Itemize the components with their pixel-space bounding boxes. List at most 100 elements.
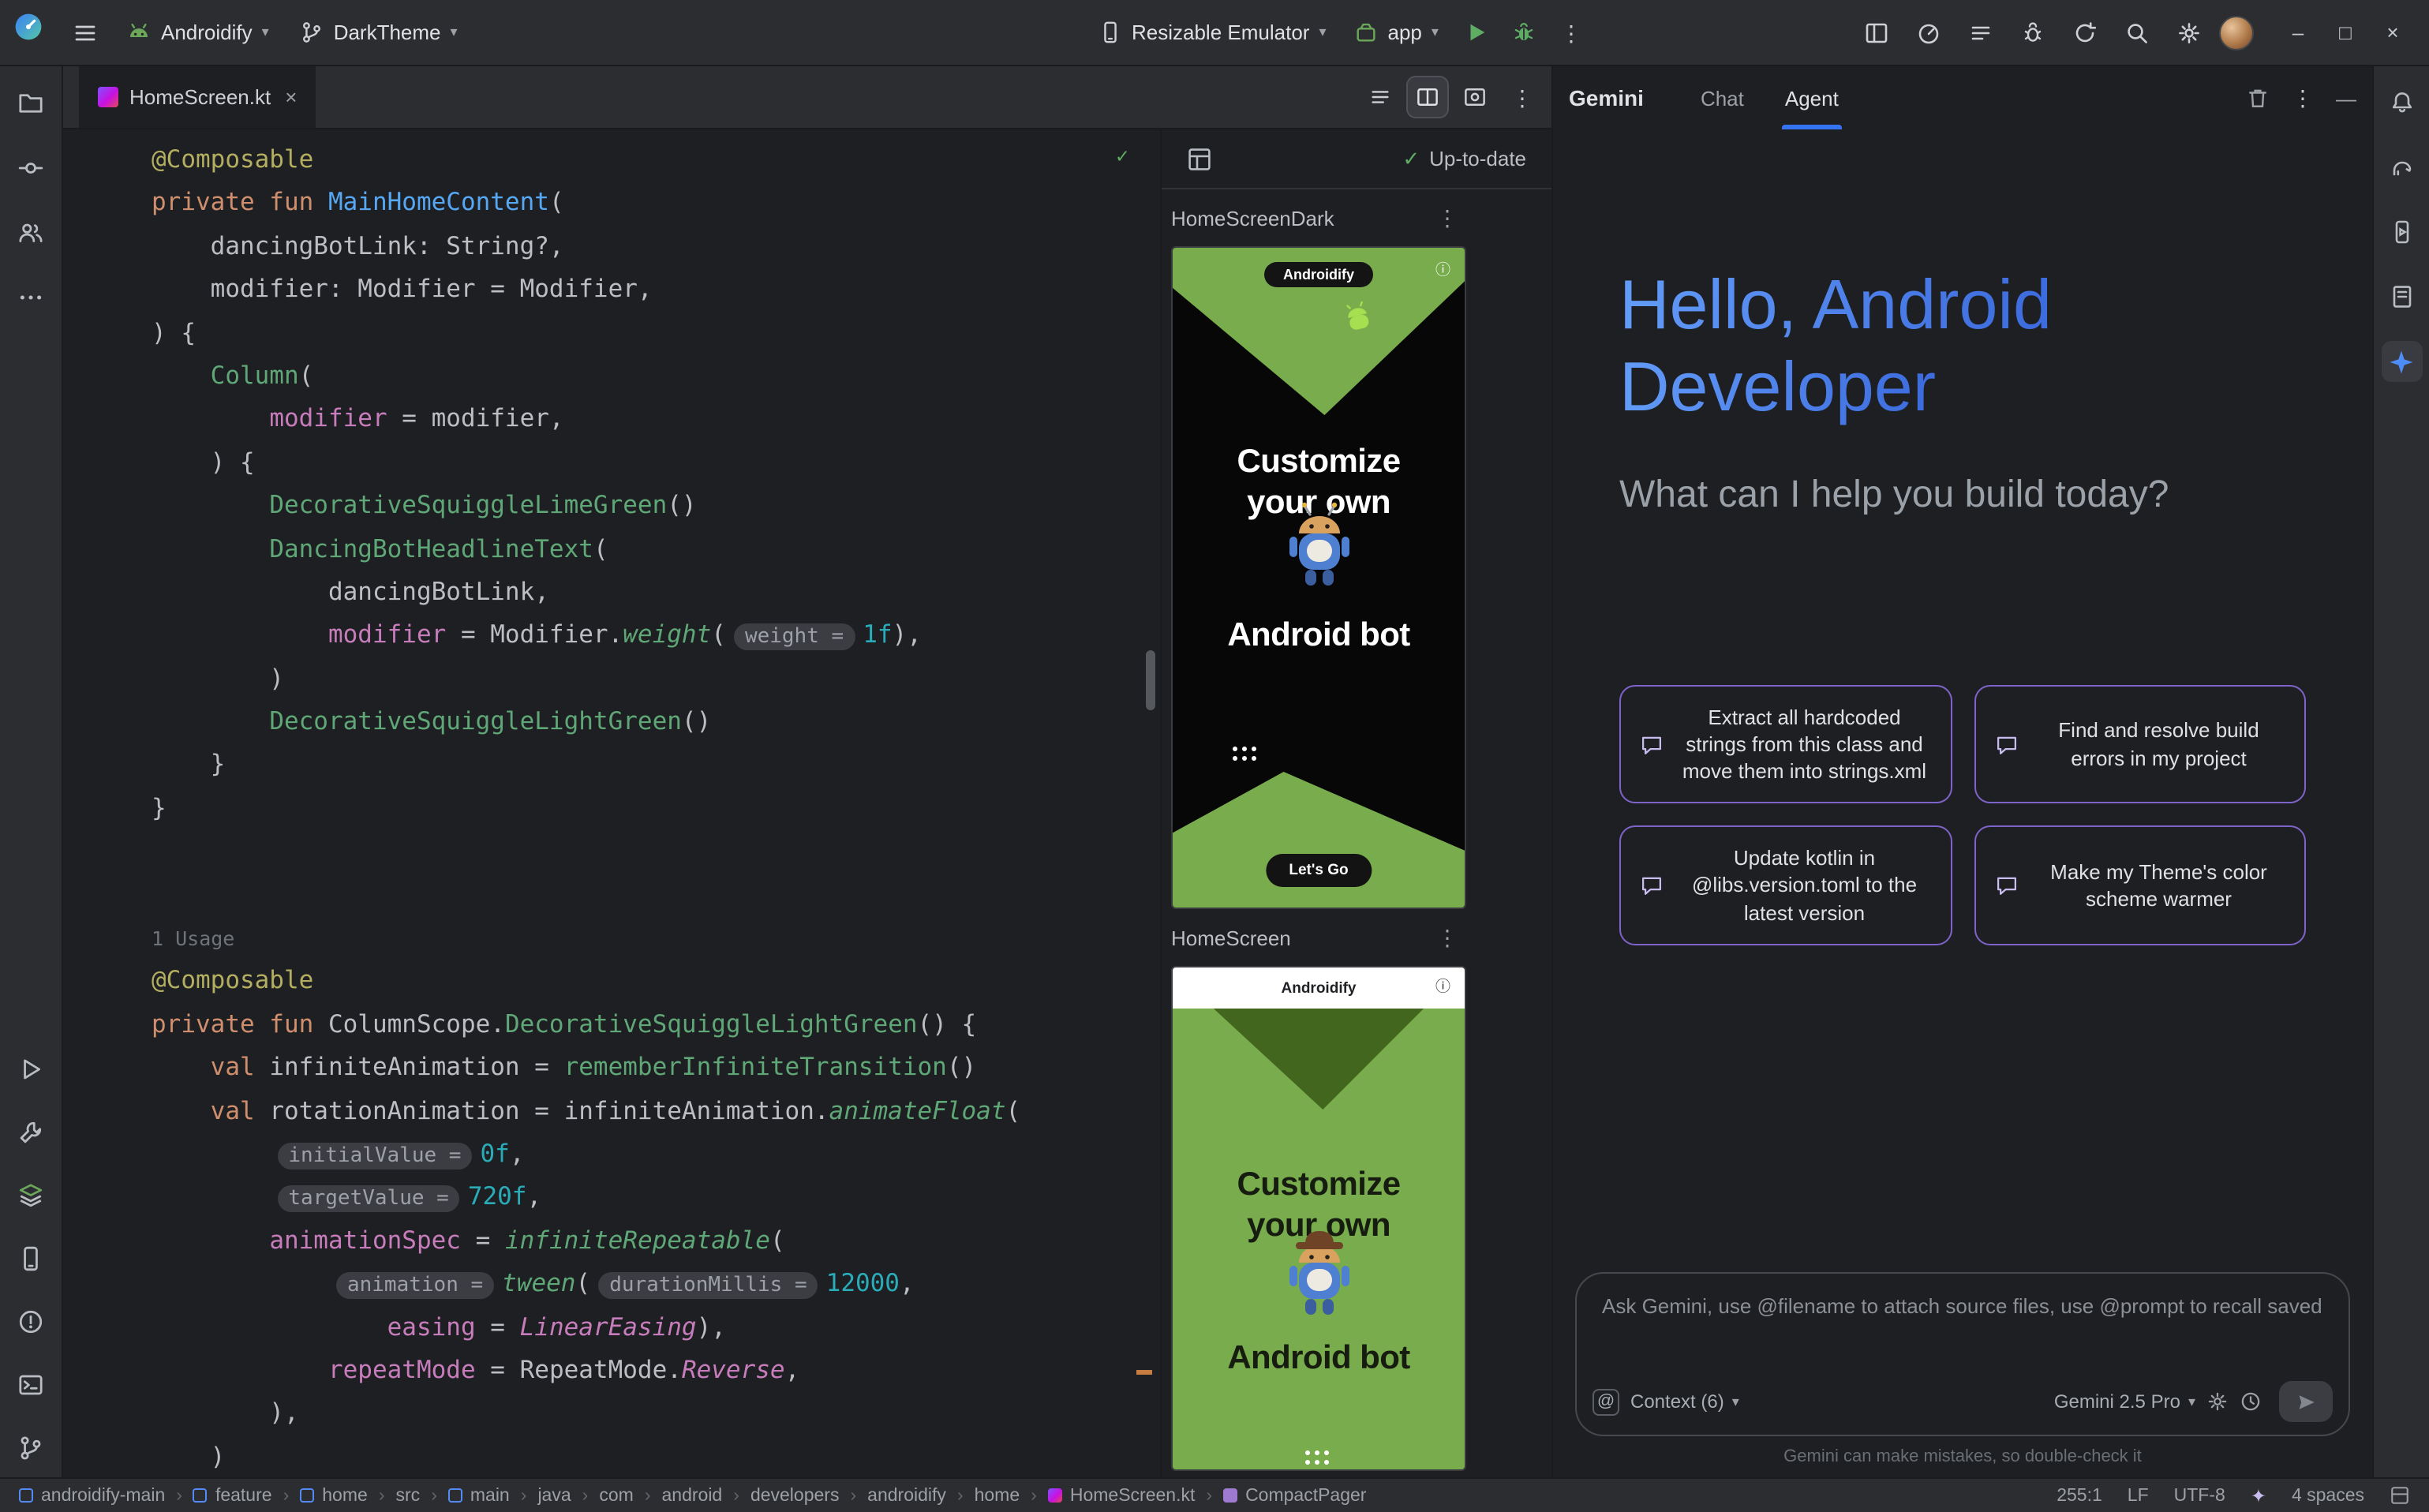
running-devices-tool-button[interactable]: [2381, 211, 2422, 253]
close-button[interactable]: ×: [2369, 9, 2416, 56]
breadcrumb-item[interactable]: android: [662, 1486, 723, 1505]
history-button[interactable]: [2240, 1390, 2262, 1413]
breadcrumb-item[interactable]: feature: [193, 1486, 272, 1505]
suggestion-card[interactable]: Update kotlin in @libs.version.toml to t…: [1619, 826, 1952, 945]
profiler-button[interactable]: [1907, 10, 1951, 54]
run-button[interactable]: [1454, 10, 1499, 54]
app-insights-button[interactable]: [2011, 10, 2055, 54]
panel-options-button[interactable]: ⋮: [2292, 87, 2314, 109]
notifications-button[interactable]: [2381, 82, 2422, 123]
kebab-icon: ⋮: [1511, 86, 1533, 108]
hide-panel-button[interactable]: —: [2336, 86, 2356, 110]
tab-options-button[interactable]: ⋮: [1503, 77, 1542, 117]
suggestion-card[interactable]: Make my Theme's color scheme warmer: [1974, 826, 2306, 945]
status-layout-icon[interactable]: [2390, 1485, 2410, 1506]
preview-menu-button[interactable]: ⋮: [1436, 926, 1458, 949]
device-selector[interactable]: Resizable Emulator ▾: [1086, 13, 1339, 52]
run-tool-button[interactable]: [10, 1048, 51, 1089]
branch-name: DarkTheme: [334, 21, 441, 44]
preview-headline: Android bot: [1173, 617, 1465, 655]
breadcrumb-item[interactable]: CompactPager: [1223, 1486, 1366, 1505]
run-config-selector[interactable]: app ▾: [1342, 13, 1451, 52]
breadcrumb-item[interactable]: androidify: [867, 1486, 946, 1505]
left-tool-strip: [0, 66, 63, 1477]
pull-requests-tool-button[interactable]: [10, 211, 51, 253]
code-editor[interactable]: @Composableprivate fun MainHomeContent( …: [63, 129, 1160, 1477]
line-separator[interactable]: LF: [2128, 1486, 2149, 1505]
split-view-button[interactable]: [1408, 77, 1447, 117]
model-selector[interactable]: Gemini 2.5 Pro ▾: [2054, 1390, 2195, 1413]
design-view-button[interactable]: [1455, 77, 1495, 117]
debug-button[interactable]: [1502, 10, 1546, 54]
project-tool-button[interactable]: [10, 82, 51, 123]
more-tool-windows-button[interactable]: [10, 276, 51, 317]
gemini-tool-button[interactable]: [2381, 341, 2422, 382]
send-button[interactable]: [2279, 1381, 2333, 1422]
module-icon: [448, 1488, 462, 1503]
device-explorer-tool-button[interactable]: [2381, 276, 2422, 317]
inspections-ok-icon[interactable]: ✓: [1116, 145, 1128, 169]
project-selector[interactable]: Androidify ▾: [114, 12, 282, 53]
android-studio-window: Androidify ▾ DarkTheme ▾ Resizable Emula…: [0, 0, 2429, 1512]
suggestion-card[interactable]: Find and resolve build errors in my proj…: [1974, 685, 2306, 804]
gemini-settings-button[interactable]: [2206, 1390, 2229, 1413]
minimize-button[interactable]: –: [2274, 9, 2322, 56]
breadcrumb-item[interactable]: com: [599, 1486, 633, 1505]
gradle-tool-button[interactable]: [2381, 147, 2422, 188]
breadcrumb-separator: ›: [283, 1486, 290, 1505]
breadcrumb-separator: ›: [733, 1486, 739, 1505]
build-tool-button[interactable]: [10, 1111, 51, 1152]
kebab-icon: ⋮: [1560, 21, 1582, 43]
breadcrumb-separator: ›: [957, 1486, 964, 1505]
context-at-icon[interactable]: @: [1593, 1388, 1619, 1415]
preview-app-name: Androidify: [1282, 979, 1357, 997]
ai-status-icon[interactable]: ✦: [2251, 1484, 2266, 1506]
breadcrumb-item[interactable]: src: [396, 1486, 421, 1505]
editor-scrollbar[interactable]: [1146, 650, 1155, 710]
breadcrumb-separator: ›: [850, 1486, 856, 1505]
gemini-panel: Gemini Chat Agent ⋮ — Hello, Android Dev…: [1551, 66, 2372, 1477]
gemini-input[interactable]: [1599, 1293, 2326, 1319]
problems-tool-button[interactable]: [10, 1301, 51, 1342]
sync-project-button[interactable]: [2063, 10, 2107, 54]
context-selector[interactable]: Context (6) ▾: [1630, 1390, 1739, 1413]
commit-tool-button[interactable]: [10, 147, 51, 188]
device-manager-tool-button[interactable]: [10, 1237, 51, 1278]
suggestion-card[interactable]: Extract all hardcoded strings from this …: [1619, 685, 1952, 804]
main-menu-button[interactable]: [63, 10, 107, 54]
breadcrumb-item[interactable]: developers: [750, 1486, 840, 1505]
breadcrumb-item[interactable]: home: [300, 1486, 368, 1505]
tab-homescreen-kt[interactable]: HomeScreen.kt ×: [79, 66, 316, 128]
logcat-button[interactable]: [1959, 10, 2003, 54]
maximize-button[interactable]: □: [2322, 9, 2369, 56]
close-tab-icon[interactable]: ×: [285, 85, 297, 109]
user-avatar[interactable]: [2219, 15, 2254, 50]
version-control-tool-button[interactable]: [10, 1427, 51, 1468]
breadcrumb-item[interactable]: home: [975, 1486, 1020, 1505]
file-encoding[interactable]: UTF-8: [2174, 1486, 2225, 1505]
settings-button[interactable]: [2167, 10, 2211, 54]
code-view-button[interactable]: [1360, 77, 1400, 117]
tab-chat[interactable]: Chat: [1697, 66, 1747, 129]
breadcrumb-item[interactable]: main: [448, 1486, 510, 1505]
breadcrumb-separator: ›: [431, 1486, 437, 1505]
check-icon: ✓: [1402, 146, 1420, 171]
tab-agent[interactable]: Agent: [1782, 66, 1842, 129]
clear-chat-button[interactable]: [2246, 86, 2270, 110]
indent-setting[interactable]: 4 spaces: [2292, 1486, 2364, 1505]
build-variants-tool-button[interactable]: [10, 1174, 51, 1215]
terminal-tool-button[interactable]: [10, 1364, 51, 1405]
window-controls: – □ ×: [2274, 9, 2416, 56]
breadcrumb-item[interactable]: java: [537, 1486, 571, 1505]
search-everywhere-button[interactable]: [2115, 10, 2159, 54]
preview-headline: Customize: [1173, 1166, 1465, 1204]
preview-layout-button[interactable]: [1187, 146, 1212, 171]
caret-position[interactable]: 255:1: [2057, 1486, 2102, 1505]
more-run-actions-button[interactable]: ⋮: [1549, 10, 1593, 54]
preview-menu-button[interactable]: ⋮: [1436, 207, 1458, 229]
layout-inspector-button[interactable]: [1854, 10, 1899, 54]
branch-selector[interactable]: DarkTheme ▾: [288, 13, 470, 52]
dots-decoration: [1233, 747, 1237, 751]
breadcrumb-item[interactable]: HomeScreen.kt: [1048, 1486, 1196, 1505]
breadcrumb-item[interactable]: androidify-main: [19, 1486, 165, 1505]
